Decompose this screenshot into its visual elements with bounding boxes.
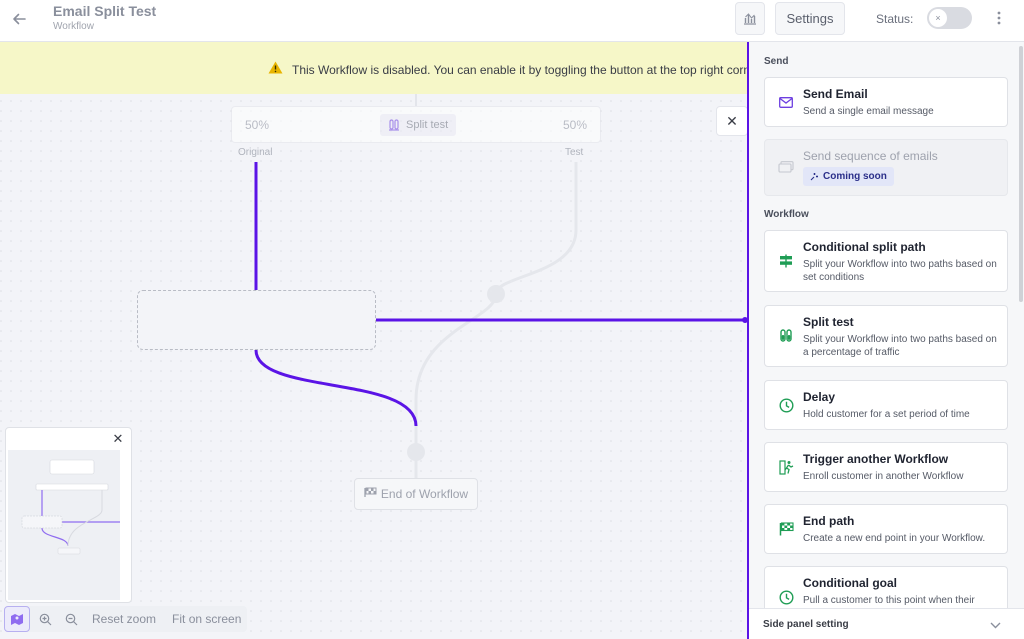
settings-button[interactable]: Settings	[775, 2, 845, 35]
coming-soon-badge: Coming soon	[803, 167, 894, 186]
reset-zoom-button[interactable]: Reset zoom	[92, 612, 156, 626]
more-menu-icon[interactable]	[990, 9, 1008, 27]
card-description: Pull a customer to this point when their	[803, 595, 975, 606]
running-person-icon	[775, 456, 797, 478]
minimap-preview	[8, 450, 120, 600]
trigger-workflow-card[interactable]: Trigger another Workflow Enroll customer…	[764, 442, 1008, 492]
chevron-down-icon[interactable]	[988, 618, 1002, 632]
flag-icon	[775, 518, 797, 540]
side-panel-setting-label: Side panel setting	[763, 619, 849, 630]
split-test-node[interactable]: 50% Split test 50%	[231, 106, 601, 143]
end-of-workflow-node[interactable]: End of Workflow	[354, 478, 478, 510]
delay-card[interactable]: Delay Hold customer for a set period of …	[764, 380, 1008, 430]
fit-on-screen-button[interactable]: Fit on screen	[172, 612, 241, 626]
card-description: Create a new end point in your Workflow.	[803, 533, 986, 544]
send-section-heading: Send	[764, 56, 789, 67]
card-description: Enroll customer in another Workflow	[803, 471, 964, 482]
title-block: Email Split Test Workflow	[53, 3, 156, 32]
card-title: Trigger another Workflow	[803, 452, 949, 466]
workflow-canvas[interactable]: 50% Split test 50% Original Test ✕ End o…	[0, 94, 747, 639]
card-description: Split your Workflow into two paths based…	[803, 334, 997, 358]
page-title: Email Split Test	[53, 3, 157, 19]
coming-soon-label: Coming soon	[823, 171, 887, 182]
minimap-close-icon[interactable]: ✕	[111, 431, 125, 446]
split-left-percent: 50%	[245, 118, 270, 132]
top-header: Email Split Test Workflow Settings Statu…	[0, 0, 1024, 42]
conditional-split-card[interactable]: Conditional split path Split your Workfl…	[764, 230, 1008, 292]
email-sequence-icon	[775, 156, 797, 178]
zoom-out-icon[interactable]	[60, 608, 82, 630]
analytics-button[interactable]	[735, 2, 765, 35]
envelope-icon	[775, 91, 797, 113]
split-test-card[interactable]: Split test Split your Workflow into two …	[764, 305, 1008, 367]
side-panel-setting-bar[interactable]: Side panel setting	[749, 608, 1024, 639]
send-sequence-card: Send sequence of emails Coming soon	[764, 139, 1008, 196]
test-tubes-icon	[775, 325, 797, 347]
card-title: Send sequence of emails	[803, 149, 938, 163]
toggle-off-icon: ×	[929, 9, 947, 27]
map-icon	[11, 613, 23, 625]
card-description: Send a single email message	[803, 106, 934, 117]
card-description: Split your Workflow into two paths based…	[803, 259, 997, 283]
drop-placeholder-node[interactable]	[137, 290, 376, 350]
split-right-percent: 50%	[562, 118, 587, 132]
side-panel-scrollbar[interactable]	[1019, 46, 1023, 302]
branch-label-test: Test	[565, 147, 584, 158]
minimap[interactable]: ✕	[5, 427, 132, 603]
minimap-toggle-button[interactable]	[4, 606, 30, 632]
close-icon[interactable]: ✕	[716, 106, 747, 136]
branch-label-original: Original	[238, 147, 273, 158]
send-email-card[interactable]: Send Email Send a single email message	[764, 77, 1008, 127]
card-title: Delay	[803, 390, 836, 404]
status-toggle[interactable]: ×	[927, 7, 972, 29]
page-subtitle: Workflow	[53, 21, 94, 32]
back-arrow-icon[interactable]	[8, 8, 30, 30]
analytics-chart-icon	[744, 13, 756, 25]
card-title: Conditional goal	[803, 576, 897, 590]
goal-clock-icon	[775, 586, 797, 608]
card-title: Send Email	[803, 87, 868, 101]
warning-icon	[268, 61, 283, 79]
zoom-in-icon[interactable]	[34, 608, 56, 630]
banner-text: This Workflow is disabled. You can enabl…	[292, 63, 747, 77]
end-of-workflow-label: End of Workflow	[380, 487, 469, 501]
disabled-warning-banner: This Workflow is disabled. You can enabl…	[0, 42, 747, 94]
split-test-label: Split test	[406, 119, 449, 131]
sparkle-icon	[810, 173, 818, 181]
test-tubes-icon	[389, 119, 399, 131]
split-test-chip: Split test	[380, 114, 457, 136]
card-title: Conditional split path	[803, 240, 926, 254]
card-title: Split test	[803, 315, 854, 329]
finish-flag-icon	[364, 487, 377, 501]
zoom-toolbar: Reset zoom Fit on screen	[4, 606, 248, 632]
clock-icon	[775, 394, 797, 416]
workflow-section-heading: Workflow	[764, 209, 809, 220]
end-path-card[interactable]: End path Create a new end point in your …	[764, 504, 1008, 554]
signpost-icon	[775, 250, 797, 272]
card-title: End path	[803, 514, 855, 528]
status-label: Status:	[876, 12, 914, 26]
side-panel: Send Send Email Send a single email mess…	[747, 42, 1024, 639]
card-description: Hold customer for a set period of time	[803, 409, 970, 420]
